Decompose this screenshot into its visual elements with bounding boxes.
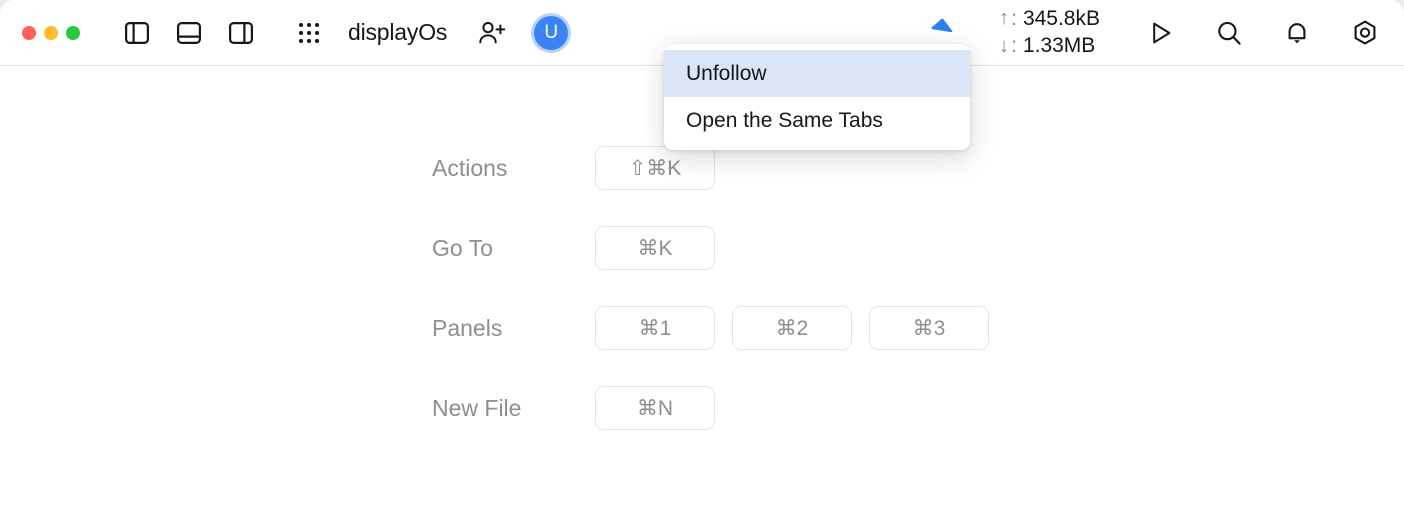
network-stats: ↑ : 345.8kB ↓ : 1.33MB: [999, 6, 1100, 60]
toggle-bottom-panel-icon[interactable]: [176, 20, 202, 46]
traffic-lights: [22, 25, 80, 40]
shortcut-row-new-file: New File ⌘N: [432, 386, 715, 430]
shortcut-row-panels: Panels ⌘1 ⌘2 ⌘3: [432, 306, 989, 350]
panel-toggle-group: [124, 20, 254, 46]
shortcut-keys: ⌘1 ⌘2 ⌘3: [595, 306, 989, 350]
shortcut-key[interactable]: ⌘K: [595, 226, 715, 270]
close-window-button[interactable]: [22, 25, 36, 40]
toggle-left-sidebar-icon[interactable]: [124, 20, 150, 46]
shortcut-key[interactable]: ⌘1: [595, 306, 715, 350]
avatar-initial: U: [534, 15, 569, 50]
shortcut-label: Go To: [432, 234, 493, 261]
minimize-window-button[interactable]: [44, 25, 58, 40]
shortcut-key[interactable]: ⇧⌘K: [595, 146, 715, 190]
app-title: displayOs: [348, 19, 448, 45]
menu-item-open-the-same-tabs[interactable]: Open the Same Tabs: [664, 97, 970, 144]
app-window: displayOs U ↑ : 345.8kB ↓ : 1.33MB Actio…: [0, 0, 1404, 524]
shortcut-keys: ⇧⌘K: [595, 146, 715, 190]
upload-separator: :: [1011, 6, 1017, 30]
avatar[interactable]: U: [531, 12, 572, 53]
shortcut-label: Panels: [432, 314, 503, 341]
upload-stat: ↑ : 345.8kB: [999, 6, 1100, 32]
settings-gear-icon[interactable]: [1350, 18, 1380, 48]
shortcut-label: New File: [432, 394, 522, 421]
search-icon[interactable]: [1214, 18, 1244, 48]
play-icon[interactable]: [1146, 18, 1176, 48]
upload-arrow-icon: ↑: [999, 7, 1010, 30]
menu-item-unfollow[interactable]: Unfollow: [664, 50, 970, 97]
apps-grid-icon[interactable]: [296, 20, 322, 46]
zoom-window-button[interactable]: [66, 25, 80, 40]
shortcut-keys: ⌘K: [595, 226, 715, 270]
toolbar-actions: [1146, 18, 1380, 48]
context-menu: Unfollow Open the Same Tabs: [664, 44, 970, 150]
notifications-bell-icon[interactable]: [1282, 18, 1312, 48]
toggle-right-sidebar-icon[interactable]: [228, 20, 254, 46]
download-stat: ↓ : 1.33MB: [999, 33, 1100, 59]
shortcut-label: Actions: [432, 154, 508, 181]
add-person-icon[interactable]: [477, 18, 507, 48]
shortcut-key[interactable]: ⌘3: [869, 306, 989, 350]
upload-value: 345.8kB: [1022, 6, 1100, 30]
download-separator: :: [1011, 34, 1017, 57]
download-arrow-icon: ↓: [999, 34, 1010, 57]
shortcut-row-actions: Actions ⇧⌘K: [432, 146, 715, 190]
shortcut-row-go-to: Go To ⌘K: [432, 226, 715, 270]
shortcut-key[interactable]: ⌘2: [732, 306, 852, 350]
shortcut-key[interactable]: ⌘N: [595, 386, 715, 430]
shortcut-keys: ⌘N: [595, 386, 715, 430]
download-value: 1.33MB: [1022, 34, 1096, 57]
